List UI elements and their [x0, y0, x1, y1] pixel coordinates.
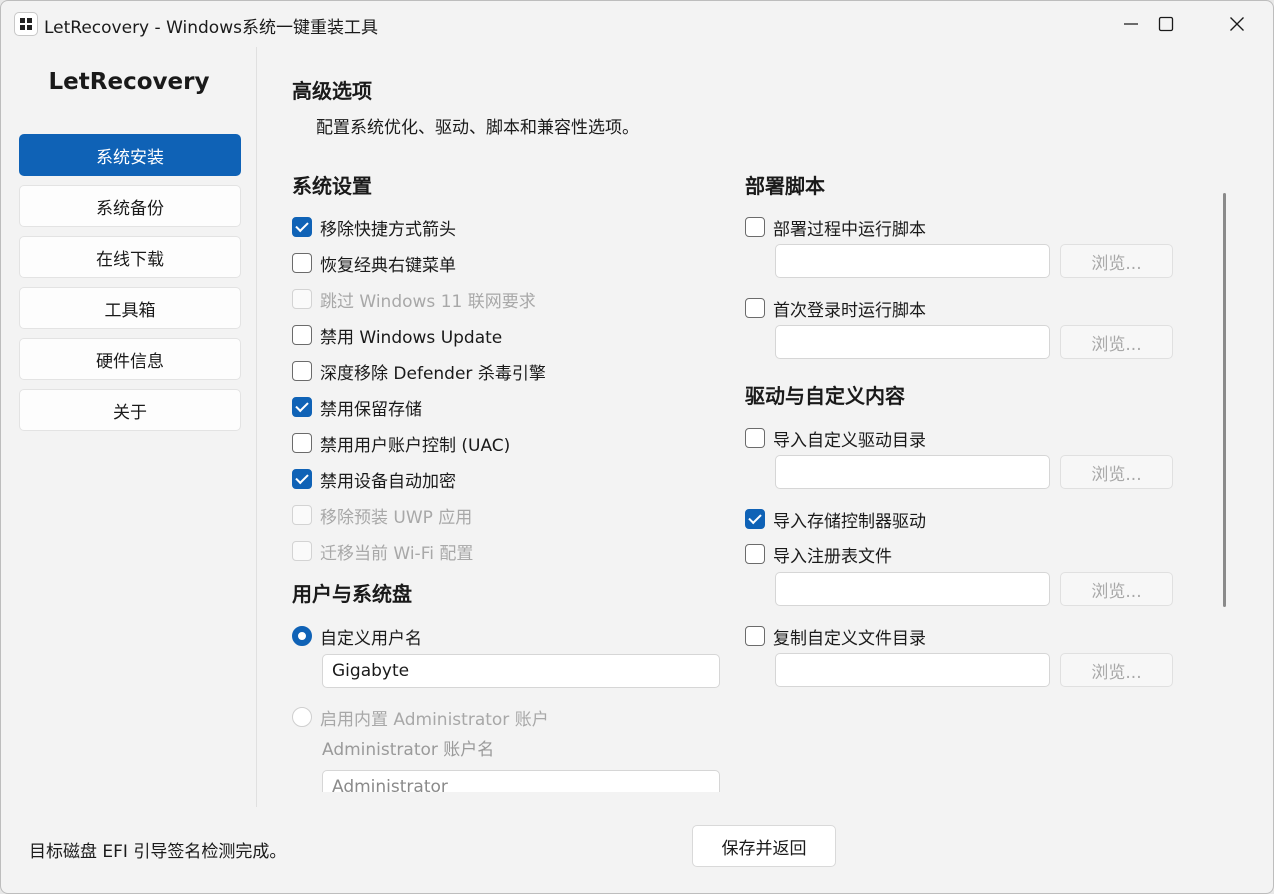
option-run-first-logon[interactable]: 首次登录时运行脚本: [745, 296, 926, 321]
sidebar-item-download[interactable]: 在线下载: [19, 236, 241, 278]
title-bar[interactable]: LetRecovery - Windows系统一键重装工具: [1, 1, 1273, 47]
checkbox[interactable]: [745, 217, 765, 237]
option-label: 自定义用户名: [320, 628, 422, 649]
option-classic-context-menu[interactable]: 恢复经典右键菜单: [292, 251, 456, 276]
checkbox[interactable]: [745, 626, 765, 646]
driver-dir-path-input[interactable]: [775, 455, 1050, 489]
footer-bar: 目标磁盘 EFI 引导签名检测完成。 保存并返回: [1, 807, 1273, 893]
browse-button-custom-dir[interactable]: 浏览...: [1060, 653, 1173, 687]
option-label: 禁用 Windows Update: [320, 327, 503, 348]
close-button[interactable]: [1202, 1, 1272, 47]
maximize-button[interactable]: [1131, 1, 1201, 47]
radio-button: [292, 707, 312, 727]
app-grid-icon: [14, 12, 38, 36]
option-label: 恢复经典右键菜单: [320, 255, 456, 276]
option-label: 启用内置 Administrator 账户: [320, 709, 549, 730]
browse-button-reg-file[interactable]: 浏览...: [1060, 572, 1173, 606]
save-and-return-button[interactable]: 保存并返回: [692, 825, 836, 867]
deploy-script-path-input[interactable]: [775, 244, 1050, 278]
sidebar-item-about[interactable]: 关于: [19, 389, 241, 431]
option-label: 禁用保留存储: [320, 399, 422, 420]
option-remove-defender[interactable]: 深度移除 Defender 杀毒引擎: [292, 359, 546, 384]
radio-builtin-admin: 启用内置 Administrator 账户: [292, 705, 549, 730]
option-label: 复制自定义文件目录: [773, 628, 926, 649]
option-skip-win11-online: 跳过 Windows 11 联网要求: [292, 287, 536, 312]
close-icon: [1230, 17, 1244, 31]
checkbox: [292, 289, 312, 309]
logon-script-path-input[interactable]: [775, 325, 1050, 359]
checkbox: [292, 505, 312, 525]
checkbox[interactable]: [745, 298, 765, 318]
radio-custom-username[interactable]: 自定义用户名: [292, 624, 422, 649]
option-label: 跳过 Windows 11 联网要求: [320, 291, 536, 312]
sidebar-item-install[interactable]: 系统安装: [19, 134, 241, 176]
checkbox[interactable]: [292, 361, 312, 381]
custom-dir-path-input[interactable]: [775, 653, 1050, 687]
sidebar-item-backup[interactable]: 系统备份: [19, 185, 241, 227]
option-label: 迁移当前 Wi-Fi 配置: [320, 543, 474, 564]
admin-name-label: Administrator 账户名: [322, 740, 495, 760]
sidebar-item-toolbox[interactable]: 工具箱: [19, 287, 241, 329]
option-remove-uwp: 移除预装 UWP 应用: [292, 503, 473, 528]
option-disable-device-encryption[interactable]: 禁用设备自动加密: [292, 467, 456, 492]
option-remove-shortcut-arrow[interactable]: 移除快捷方式箭头: [292, 215, 456, 240]
sidebar: LetRecovery 系统安装 系统备份 在线下载 工具箱 硬件信息 关于: [1, 47, 257, 807]
checkbox[interactable]: [292, 325, 312, 345]
page-subtitle: 配置系统优化、驱动、脚本和兼容性选项。: [316, 118, 639, 138]
checkbox[interactable]: [292, 469, 312, 489]
maximize-icon: [1158, 16, 1174, 32]
admin-name-input: Administrator: [322, 770, 720, 792]
option-label: 部署过程中运行脚本: [773, 219, 926, 240]
checkbox[interactable]: [745, 544, 765, 564]
option-copy-custom-dir[interactable]: 复制自定义文件目录: [745, 624, 926, 649]
window-title: LetRecovery - Windows系统一键重装工具: [44, 18, 378, 38]
option-disable-uac[interactable]: 禁用用户账户控制 (UAC): [292, 431, 511, 456]
checkbox[interactable]: [292, 217, 312, 237]
section-system-settings: 系统设置: [292, 174, 372, 198]
status-text: 目标磁盘 EFI 引导签名检测完成。: [29, 842, 287, 862]
checkbox[interactable]: [292, 253, 312, 273]
option-label: 首次登录时运行脚本: [773, 300, 926, 321]
browse-button-logon-script[interactable]: 浏览...: [1060, 325, 1173, 359]
option-label: 禁用用户账户控制 (UAC): [320, 435, 511, 456]
option-import-storage-driver[interactable]: 导入存储控制器驱动: [745, 507, 926, 532]
main-content[interactable]: 高级选项 配置系统优化、驱动、脚本和兼容性选项。 系统设置 移除快捷方式箭头 恢…: [258, 47, 1273, 792]
checkbox[interactable]: [292, 397, 312, 417]
sidebar-item-hardware[interactable]: 硬件信息: [19, 338, 241, 380]
checkbox[interactable]: [745, 509, 765, 529]
radio-button[interactable]: [292, 626, 312, 646]
browse-button-driver-dir[interactable]: 浏览...: [1060, 455, 1173, 489]
option-label: 导入存储控制器驱动: [773, 511, 926, 532]
option-label: 禁用设备自动加密: [320, 471, 456, 492]
checkbox[interactable]: [292, 433, 312, 453]
browse-button-deploy-script[interactable]: 浏览...: [1060, 244, 1173, 278]
reg-file-path-input[interactable]: [775, 572, 1050, 606]
option-migrate-wifi: 迁移当前 Wi-Fi 配置: [292, 539, 474, 564]
option-import-driver-dir[interactable]: 导入自定义驱动目录: [745, 426, 926, 451]
option-label: 深度移除 Defender 杀毒引擎: [320, 363, 546, 384]
option-disable-reserved-storage[interactable]: 禁用保留存储: [292, 395, 422, 420]
checkbox: [292, 541, 312, 561]
username-input[interactable]: Gigabyte: [322, 654, 720, 688]
option-label: 导入注册表文件: [773, 546, 892, 567]
option-import-reg[interactable]: 导入注册表文件: [745, 542, 892, 567]
page-title: 高级选项: [292, 79, 372, 103]
option-label: 移除快捷方式箭头: [320, 219, 456, 240]
vertical-scrollbar[interactable]: [1223, 193, 1226, 607]
option-label: 移除预装 UWP 应用: [320, 507, 473, 528]
checkbox[interactable]: [745, 428, 765, 448]
option-label: 导入自定义驱动目录: [773, 430, 926, 451]
section-deploy-scripts: 部署脚本: [745, 174, 825, 198]
section-user-disk: 用户与系统盘: [292, 582, 412, 606]
app-window: LetRecovery - Windows系统一键重装工具 LetRecover…: [0, 0, 1274, 894]
option-disable-windows-update[interactable]: 禁用 Windows Update: [292, 323, 503, 348]
option-run-during-deploy[interactable]: 部署过程中运行脚本: [745, 215, 926, 240]
brand-title: LetRecovery: [48, 69, 210, 95]
section-drivers-custom: 驱动与自定义内容: [745, 384, 905, 408]
